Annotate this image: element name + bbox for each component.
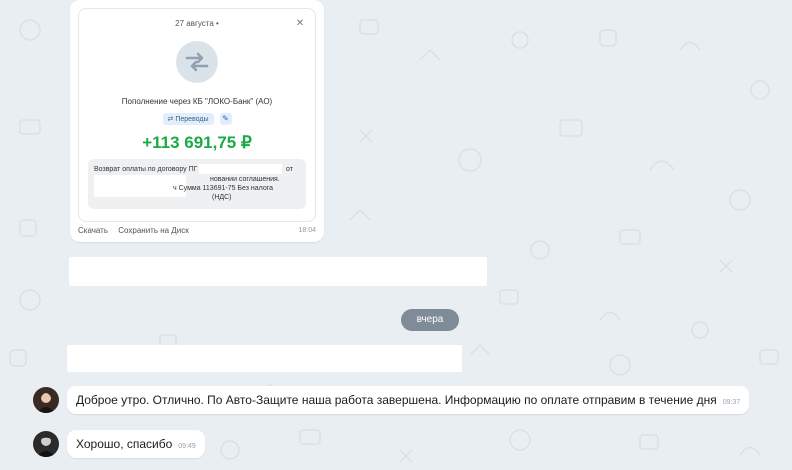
message-time: 09:37 xyxy=(722,399,741,406)
message-time: 18:04 xyxy=(298,227,316,234)
redacted-message xyxy=(67,345,462,372)
receipt-actions: Скачать Сохранить на Диск xyxy=(78,226,197,235)
date-separator: вчера xyxy=(401,309,459,331)
receipt-message: 27 августа • ✕ Пополнение через КБ "ЛОКО… xyxy=(70,0,324,242)
save-to-disk-button[interactable]: Сохранить на Диск xyxy=(118,226,188,235)
receipt-date: 27 августа • xyxy=(79,19,315,28)
tag-transfers-label: Переводы xyxy=(175,116,209,123)
message-bubble[interactable]: Доброе утро. Отлично. По Авто-Защите наш… xyxy=(67,386,750,414)
download-button[interactable]: Скачать xyxy=(78,226,108,235)
receipt-tags: ⇄ Переводы ✎ xyxy=(79,113,315,125)
receipt-amount: +113 691,75 ₽ xyxy=(142,133,252,152)
pencil-icon[interactable]: ✎ xyxy=(219,113,232,125)
desc-line-1-tail: от xyxy=(286,166,293,173)
close-icon[interactable]: ✕ xyxy=(293,17,307,31)
redaction-box xyxy=(199,164,282,174)
avatar[interactable] xyxy=(33,431,59,457)
redacted-message xyxy=(69,257,487,286)
message-time: 09:49 xyxy=(178,443,196,450)
desc-line-4: (НДС) xyxy=(212,194,232,201)
receipt-title: Пополнение через КБ "ЛОКО-Банк" (АО) xyxy=(121,97,273,106)
receipt-card[interactable]: 27 августа • ✕ Пополнение через КБ "ЛОКО… xyxy=(78,8,316,222)
receipt-description: Возврат оплаты по договору ПГ от новании… xyxy=(88,159,306,209)
desc-line-3: ч Сумма 113691-75 Без налога xyxy=(173,185,274,192)
transfer-tag-icon: ⇄ xyxy=(167,116,174,123)
receipt-date-text: 27 августа xyxy=(175,19,214,28)
transfer-icon xyxy=(176,41,218,83)
message-text: Хорошо, спасибо xyxy=(76,437,173,451)
message-bubble[interactable]: Хорошо, спасибо 09:49 xyxy=(67,430,205,458)
tag-transfers[interactable]: ⇄ Переводы xyxy=(162,113,214,125)
avatar[interactable] xyxy=(33,387,59,413)
desc-line-2: новании соглашения. xyxy=(210,176,280,183)
message-text: Доброе утро. Отлично. По Авто-Защите наш… xyxy=(76,393,717,407)
receipt-date-dot: • xyxy=(216,19,219,28)
desc-line-1: Возврат оплаты по договору ПГ xyxy=(94,166,198,173)
